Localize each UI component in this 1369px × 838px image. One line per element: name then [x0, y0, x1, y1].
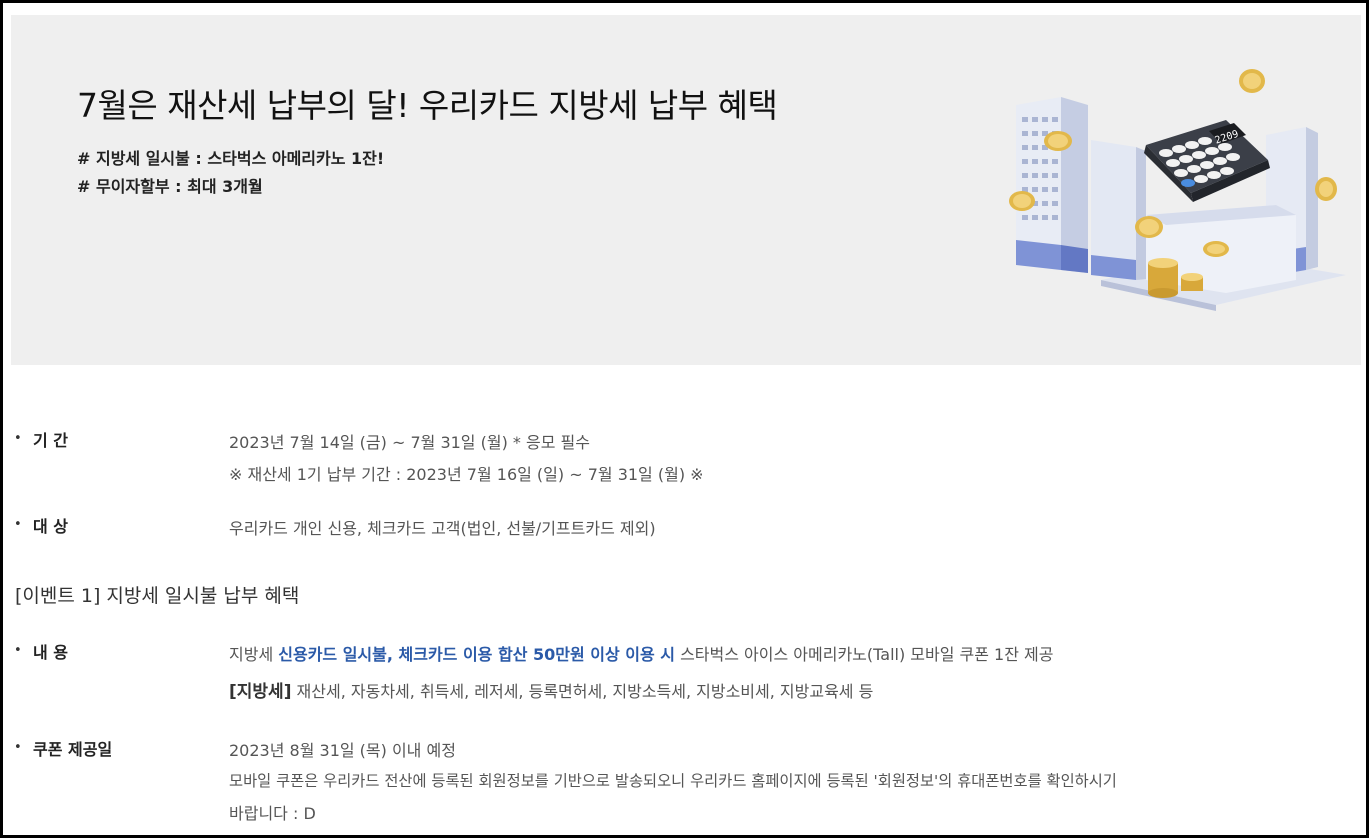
- local-tax-list: [지방세] 재산세, 자동차세, 취득세, 레저세, 등록면허세, 지방소득세,…: [229, 677, 873, 702]
- content-label: 내 용: [33, 643, 69, 662]
- property-tax-period-note: ※ 재산세 1기 납부 기간 : 2023년 7월 16일 (일) ~ 7월 3…: [229, 465, 704, 484]
- banner-tag-installment: # 무이자할부 : 최대 3개월: [77, 177, 263, 196]
- bullet: •: [14, 740, 22, 755]
- page-frame: 7월은 재산세 납부의 달! 우리카드 지방세 납부 혜택 # 지방세 일시불 …: [0, 0, 1369, 838]
- local-tax-label: [지방세]: [229, 682, 292, 702]
- banner-tag-lump-sum: # 지방세 일시불 : 스타벅스 아메리카노 1잔!: [77, 149, 385, 168]
- coupon-notice: 모바일 쿠폰은 우리카드 전산에 등록된 회원정보를 기반으로 발송되오니 우리…: [229, 772, 1117, 790]
- event1-title: [이벤트 1] 지방세 일시불 납부 혜택: [15, 585, 300, 607]
- local-tax-items: 재산세, 자동차세, 취득세, 레저세, 등록면허세, 지방소득세, 지방소비세…: [291, 682, 874, 701]
- bullet: •: [14, 643, 22, 658]
- period-value: 2023년 7월 14일 (금) ~ 7월 31일 (월) * 응모 필수: [229, 433, 590, 452]
- target-value: 우리카드 개인 신용, 체크카드 고객(법인, 선불/기프트카드 제외): [229, 519, 656, 538]
- banner-title: 7월은 재산세 납부의 달! 우리카드 지방세 납부 혜택: [77, 86, 778, 125]
- coupon-notice-end: 바랍니다 : D: [229, 804, 316, 823]
- coupon-date-value: 2023년 8월 31일 (목) 이내 예정: [229, 741, 456, 760]
- content-text-pre: 지방세: [229, 645, 279, 664]
- coupon-date-label: 쿠폰 제공일: [33, 740, 113, 759]
- bullet: •: [14, 517, 22, 532]
- target-label: 대 상: [33, 517, 69, 536]
- event-banner: 7월은 재산세 납부의 달! 우리카드 지방세 납부 혜택 # 지방세 일시불 …: [11, 15, 1361, 365]
- period-label: 기 간: [33, 431, 69, 450]
- content-value: 지방세 신용카드 일시불, 체크카드 이용 합산 50만원 이상 이용 시 스타…: [229, 641, 1054, 665]
- content-highlight: 신용카드 일시불, 체크카드 이용 합산 50만원 이상 이용 시: [278, 645, 675, 664]
- buildings-calculator-illustration: 2209: [1009, 69, 1346, 311]
- bullet: •: [14, 431, 22, 446]
- content-text-post: 스타벅스 아이스 아메리카노(Tall) 모바일 쿠폰 1잔 제공: [675, 645, 1054, 664]
